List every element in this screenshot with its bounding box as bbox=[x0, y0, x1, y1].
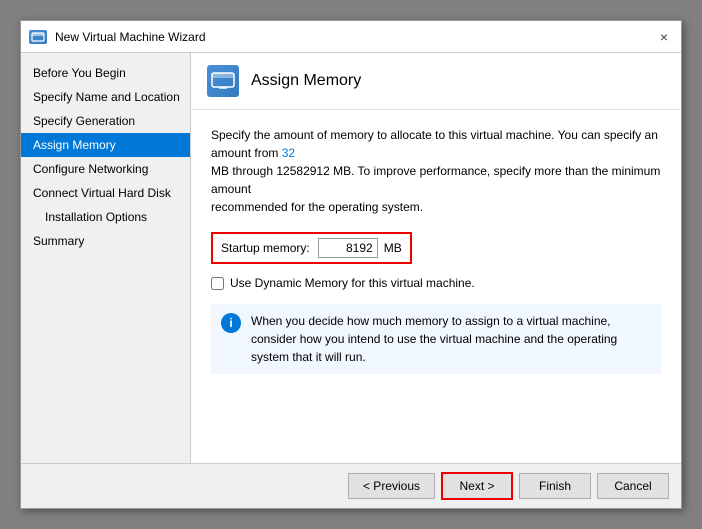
page-header-icon bbox=[207, 65, 239, 97]
dynamic-memory-label[interactable]: Use Dynamic Memory for this virtual mach… bbox=[230, 276, 475, 290]
next-button[interactable]: Next > bbox=[441, 472, 513, 500]
footer: < Previous Next > Finish Cancel bbox=[21, 463, 681, 508]
page-body: Specify the amount of memory to allocate… bbox=[191, 110, 681, 463]
startup-memory-label: Startup memory: bbox=[221, 241, 310, 255]
info-icon: i bbox=[221, 313, 241, 333]
startup-memory-unit: MB bbox=[384, 241, 402, 255]
info-text: When you decide how much memory to assig… bbox=[251, 312, 651, 366]
sidebar: Before You Begin Specify Name and Locati… bbox=[21, 53, 191, 463]
previous-button[interactable]: < Previous bbox=[348, 473, 435, 499]
dynamic-memory-row: Use Dynamic Memory for this virtual mach… bbox=[211, 276, 661, 290]
content-area: Before You Begin Specify Name and Locati… bbox=[21, 53, 681, 463]
window-icon bbox=[29, 30, 47, 44]
sidebar-item-before-you-begin[interactable]: Before You Begin bbox=[21, 61, 190, 85]
title-bar: New Virtual Machine Wizard × bbox=[21, 21, 681, 53]
sidebar-item-summary[interactable]: Summary bbox=[21, 229, 190, 253]
cancel-button[interactable]: Cancel bbox=[597, 473, 669, 499]
description-text: Specify the amount of memory to allocate… bbox=[211, 126, 661, 216]
startup-memory-input[interactable] bbox=[318, 238, 378, 258]
close-button[interactable]: × bbox=[655, 28, 673, 46]
main-content: Assign Memory Specify the amount of memo… bbox=[191, 53, 681, 463]
startup-memory-row: Startup memory: MB bbox=[211, 232, 412, 264]
sidebar-item-assign-memory[interactable]: Assign Memory bbox=[21, 133, 190, 157]
info-box: i When you decide how much memory to ass… bbox=[211, 304, 661, 374]
sidebar-item-installation-options[interactable]: Installation Options bbox=[21, 205, 190, 229]
window-title: New Virtual Machine Wizard bbox=[55, 30, 655, 44]
page-header: Assign Memory bbox=[191, 53, 681, 110]
sidebar-item-specify-generation[interactable]: Specify Generation bbox=[21, 109, 190, 133]
sidebar-item-configure-networking[interactable]: Configure Networking bbox=[21, 157, 190, 181]
finish-button[interactable]: Finish bbox=[519, 473, 591, 499]
page-title: Assign Memory bbox=[251, 72, 361, 90]
sidebar-item-connect-virtual-hard-disk[interactable]: Connect Virtual Hard Disk bbox=[21, 181, 190, 205]
dynamic-memory-checkbox[interactable] bbox=[211, 277, 224, 290]
main-window: New Virtual Machine Wizard × Before You … bbox=[20, 20, 682, 509]
sidebar-item-specify-name-location[interactable]: Specify Name and Location bbox=[21, 85, 190, 109]
